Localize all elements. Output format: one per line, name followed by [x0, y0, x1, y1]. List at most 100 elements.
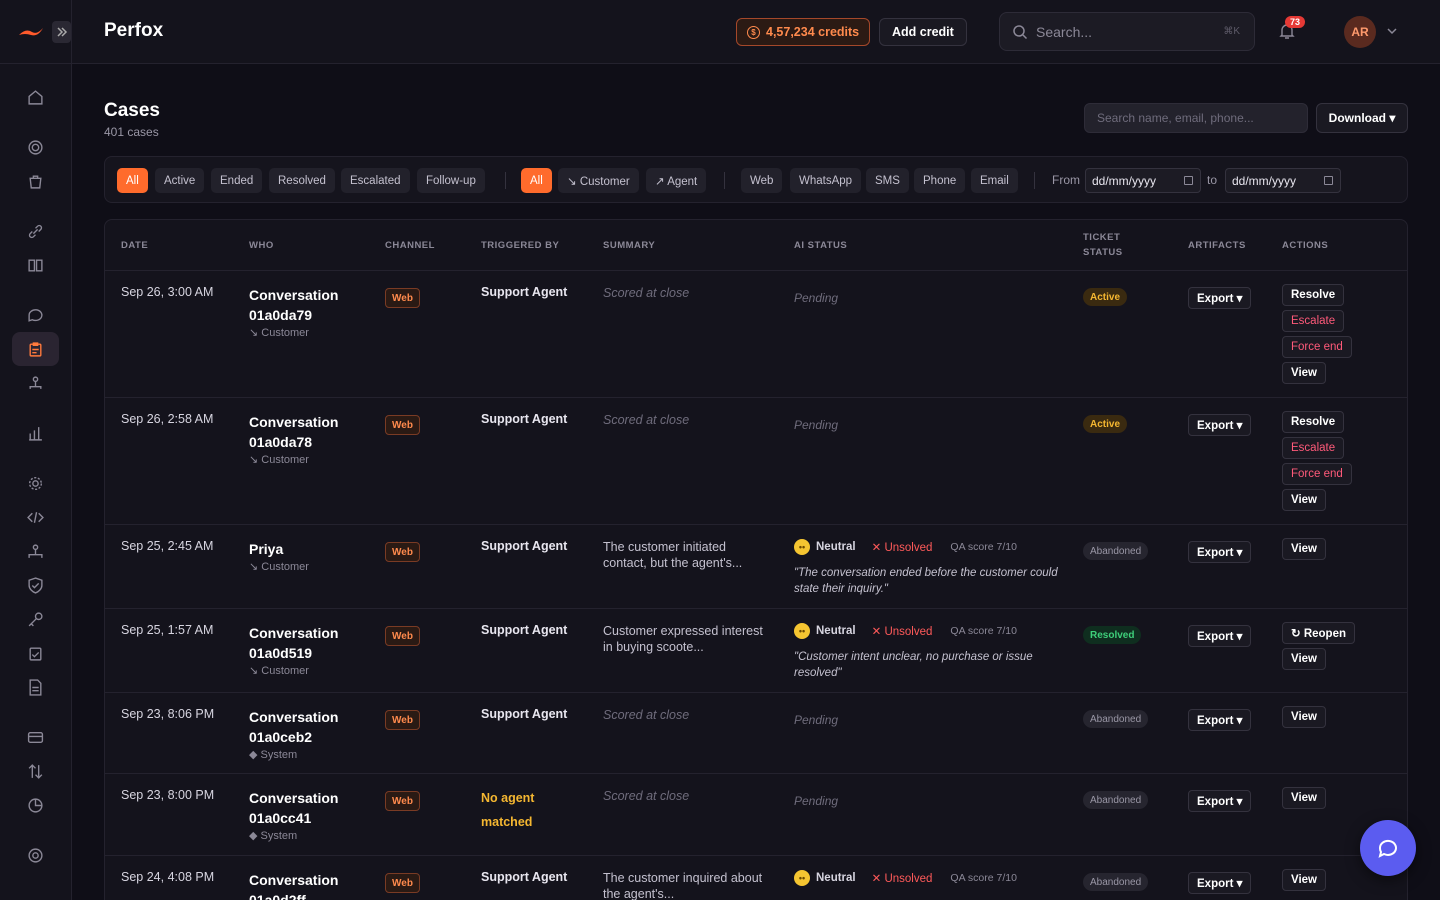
table-row[interactable]: Sep 23, 8:00 PM Conversation 01a0cc41 ◆ S… [105, 773, 1407, 855]
channel-filter-email[interactable]: Email [971, 168, 1018, 193]
direction-filter-agent[interactable]: ↗ Agent [646, 168, 707, 193]
search-icon [1013, 24, 1028, 39]
analytics-icon[interactable] [12, 416, 59, 450]
column-header-ai-status[interactable]: AI STATUS [794, 220, 847, 270]
view-button[interactable]: View [1282, 787, 1326, 809]
column-header-ticket-status[interactable]: TICKET STATUS [1083, 220, 1143, 270]
channel-filter-web[interactable]: Web [741, 168, 783, 193]
resolve-button[interactable]: Resolve [1282, 284, 1345, 306]
home-icon[interactable] [12, 80, 59, 114]
to-date-input[interactable]: dd/mm/yyyy [1225, 168, 1341, 193]
add-credit-button[interactable]: Add credit [879, 18, 967, 46]
row-actions: View [1282, 869, 1326, 891]
chat-icon[interactable] [12, 298, 59, 332]
reopen-button[interactable]: ↻ Reopen [1282, 622, 1356, 644]
channel-filter-whatsapp[interactable]: WhatsApp [790, 168, 862, 193]
table-row[interactable]: Sep 26, 2:58 AM Conversation 01a0da78 ↘ C… [105, 397, 1407, 524]
status-filter-escalated[interactable]: Escalated [341, 168, 410, 193]
clipboard-check-icon[interactable] [12, 636, 59, 670]
credits-badge[interactable]: $ 4,57,234 credits [736, 18, 871, 46]
direction-filter-customer[interactable]: ↘ Customer [558, 168, 639, 193]
case-search-input[interactable]: Search name, email, phone... [1084, 103, 1308, 133]
org-chart-icon[interactable] [12, 366, 59, 400]
row-who[interactable]: Conversation 01a0da79 ↘ Customer [249, 285, 369, 341]
expand-sidebar-icon[interactable] [52, 20, 71, 43]
view-button[interactable]: View [1282, 869, 1326, 891]
view-button[interactable]: View [1282, 538, 1326, 560]
escalate-button[interactable]: Escalate [1282, 310, 1345, 332]
document-icon[interactable] [12, 670, 59, 704]
export-button[interactable]: Export ▾ [1188, 287, 1252, 309]
team-icon[interactable] [12, 534, 59, 568]
export-button[interactable]: Export ▾ [1188, 872, 1252, 894]
transfer-icon[interactable] [12, 754, 59, 788]
row-who[interactable]: Conversation 01a0d519 ↘ Customer [249, 623, 369, 679]
view-button[interactable]: View [1282, 489, 1326, 511]
channel-filter-sms[interactable]: SMS [866, 168, 909, 193]
calendar-icon[interactable] [1184, 176, 1193, 185]
chevron-down-icon[interactable] [1385, 24, 1399, 41]
column-header-triggered-by[interactable]: TRIGGERED BY [481, 220, 559, 270]
export-button[interactable]: Export ▾ [1188, 709, 1252, 731]
status-filter-ended[interactable]: Ended [211, 168, 263, 193]
column-header-who[interactable]: WHO [249, 220, 274, 270]
table-row[interactable]: Sep 24, 4:08 PM Conversation 01a0d2ff We… [105, 855, 1407, 900]
column-header-date[interactable]: DATE [121, 220, 148, 270]
view-button[interactable]: View [1282, 362, 1326, 384]
download-button[interactable]: Download ▾ [1316, 103, 1408, 133]
from-date-input[interactable]: dd/mm/yyyy [1085, 168, 1201, 193]
help-icon[interactable] [12, 838, 59, 872]
escalate-button[interactable]: Escalate [1282, 437, 1345, 459]
pie-chart-icon[interactable] [12, 788, 59, 822]
shield-icon[interactable] [12, 568, 59, 602]
force-end-button[interactable]: Force end [1282, 336, 1352, 358]
column-header-artifacts[interactable]: ARTIFACTS [1188, 220, 1246, 270]
direction-filter-all[interactable]: All [521, 168, 552, 193]
export-button[interactable]: Export ▾ [1188, 625, 1252, 647]
force-end-button[interactable]: Force end [1282, 463, 1352, 485]
code-icon[interactable] [12, 500, 59, 534]
row-who[interactable]: Conversation 01a0d2ff [249, 870, 369, 900]
sidebar [0, 0, 72, 900]
column-header-summary[interactable]: SUMMARY [603, 220, 655, 270]
table-row[interactable]: Sep 25, 2:45 AM Priya ↘ Customer Web Supp… [105, 524, 1407, 608]
table-row[interactable]: Sep 26, 3:00 AM Conversation 01a0da79 ↘ C… [105, 270, 1407, 397]
chat-bubble-icon [1378, 839, 1397, 858]
gear-icon[interactable] [12, 466, 59, 500]
column-header-channel[interactable]: CHANNEL [385, 220, 435, 270]
credit-card-icon[interactable] [12, 720, 59, 754]
view-button[interactable]: View [1282, 706, 1326, 728]
shopping-bag-icon[interactable] [12, 164, 59, 198]
export-button[interactable]: Export ▾ [1188, 541, 1252, 563]
key-icon[interactable] [12, 602, 59, 636]
calendar-icon[interactable] [1324, 176, 1333, 185]
status-badge: Abandoned [1083, 791, 1149, 809]
export-button[interactable]: Export ▾ [1188, 790, 1252, 812]
table-row[interactable]: Sep 23, 8:06 PM Conversation 01a0ceb2 ◆ S… [105, 692, 1407, 773]
row-who[interactable]: Conversation 01a0cc41 ◆ System [249, 788, 369, 844]
book-icon[interactable] [12, 248, 59, 282]
view-button[interactable]: View [1282, 648, 1326, 670]
status-filter-followup[interactable]: Follow-up [417, 168, 485, 193]
from-label: From [1052, 173, 1080, 187]
row-summary: Scored at close [603, 789, 690, 803]
channel-filter-phone[interactable]: Phone [914, 168, 966, 193]
settings-icon[interactable] [12, 130, 59, 164]
avatar[interactable]: AR [1344, 16, 1376, 48]
link-icon[interactable] [12, 214, 59, 248]
export-button[interactable]: Export ▾ [1188, 414, 1252, 436]
status-filter-active[interactable]: Active [155, 168, 205, 193]
filter-divider [1034, 172, 1035, 189]
cases-icon[interactable] [12, 332, 59, 366]
chat-support-button[interactable] [1360, 820, 1416, 876]
table-row[interactable]: Sep 25, 1:57 AM Conversation 01a0d519 ↘ C… [105, 608, 1407, 692]
row-who[interactable]: Conversation 01a0da78 ↘ Customer [249, 412, 369, 468]
row-who[interactable]: Conversation 01a0ceb2 ◆ System [249, 707, 369, 763]
status-filter-resolved[interactable]: Resolved [269, 168, 335, 193]
status-filter-all[interactable]: All [117, 168, 148, 193]
channel-badge: Web [385, 415, 420, 435]
global-search-input[interactable]: Search... ⌘K [999, 12, 1255, 51]
column-header-actions[interactable]: ACTIONS [1282, 220, 1328, 270]
row-who[interactable]: Priya ↘ Customer [249, 539, 369, 575]
resolve-button[interactable]: Resolve [1282, 411, 1345, 433]
